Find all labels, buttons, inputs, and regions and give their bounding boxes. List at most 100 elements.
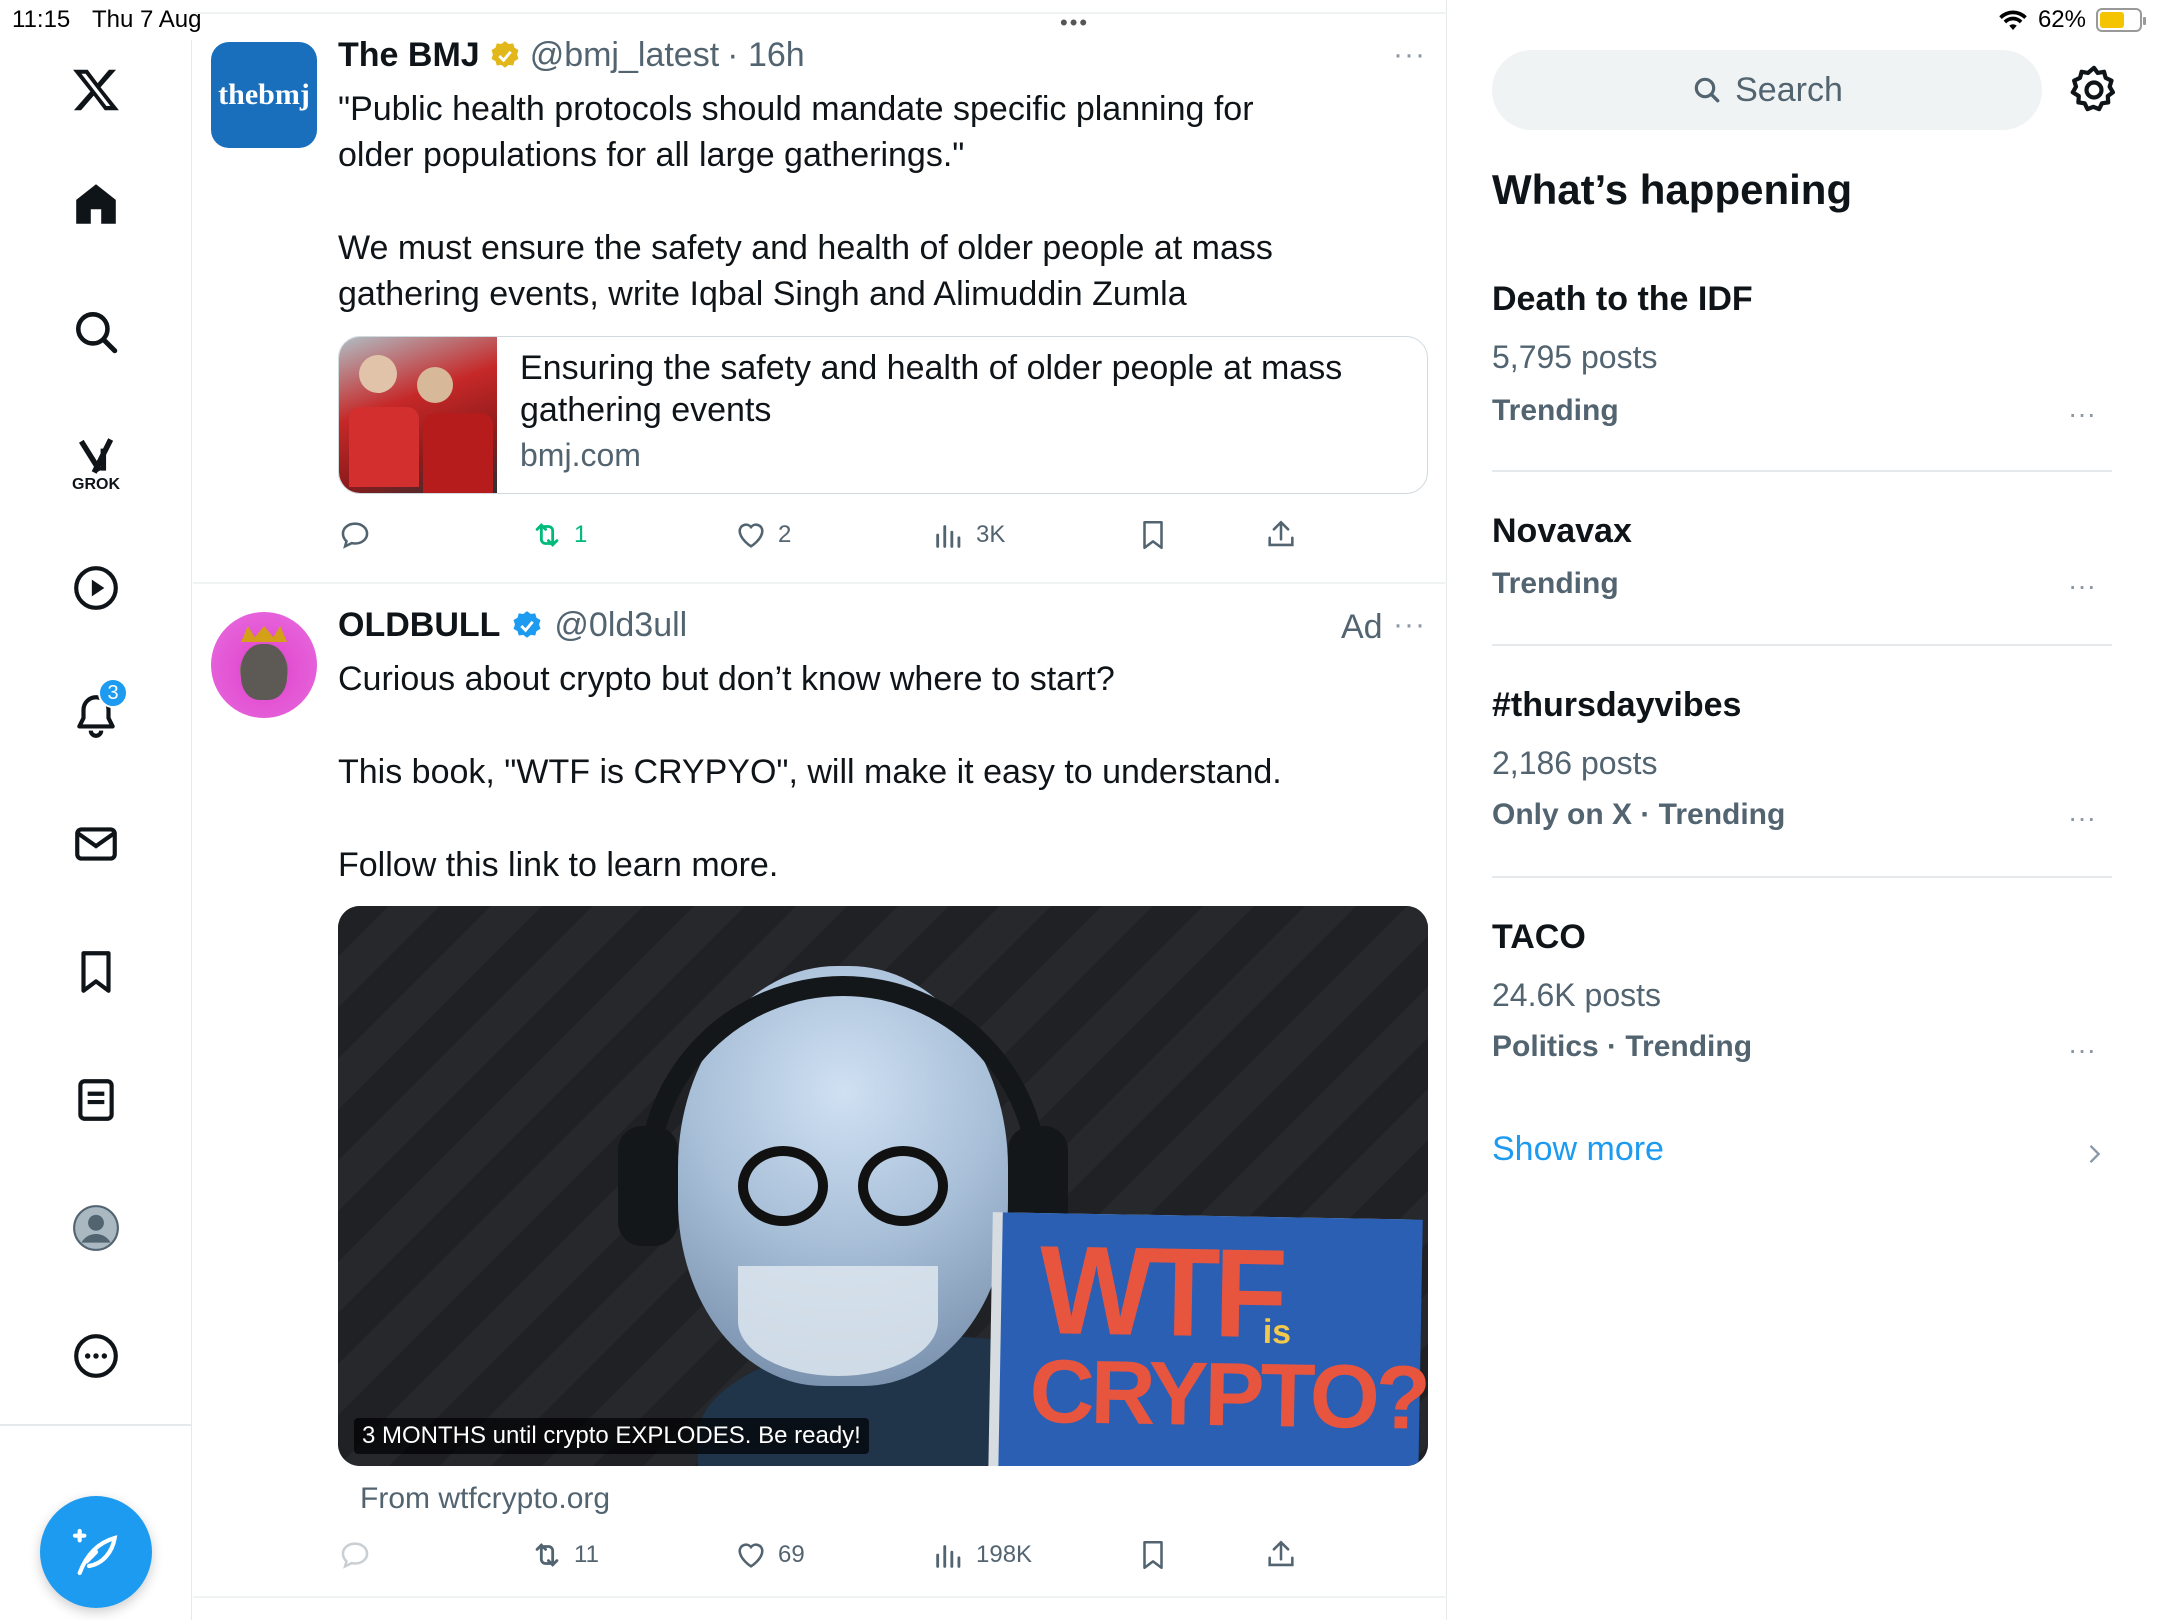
compose-feather-icon xyxy=(72,1528,118,1576)
trend-item[interactable]: #thursdayvibes 2,186 posts Only on X · T… xyxy=(1492,686,2112,846)
messages-envelope-icon[interactable] xyxy=(56,804,136,884)
author-handle[interactable]: @bmj_latest xyxy=(530,36,719,75)
heart-icon xyxy=(738,1543,764,1568)
left-navigation: GROK 3 xyxy=(0,40,192,1620)
grok-label: GROK xyxy=(72,476,120,493)
trend-meta: Politics · Trending xyxy=(1492,1030,1753,1063)
right-sidebar: Search What’s happening Death to the IDF… xyxy=(1448,0,2160,1620)
share-icon xyxy=(1268,1540,1294,1567)
search-placeholder: Search xyxy=(1735,70,1843,109)
post-more-icon[interactable]: ··· xyxy=(1393,38,1426,72)
views-button[interactable]: 198K xyxy=(932,1530,1032,1580)
ad-label: Ad xyxy=(1341,608,1383,646)
author-name[interactable]: The BMJ xyxy=(338,36,480,75)
trend-title: Novavax xyxy=(1492,512,1632,550)
book-title-line2: CRYPTO? xyxy=(1028,1341,1428,1449)
post-header: The BMJ @bmj_latest · 16h xyxy=(338,36,805,75)
trend-divider xyxy=(1492,876,2112,878)
reply-button[interactable] xyxy=(338,510,372,560)
bookmark-icon xyxy=(1143,1540,1163,1570)
link-card-domain: bmj.com xyxy=(520,437,641,473)
repost-count: 1 xyxy=(574,521,588,548)
author-name[interactable]: OLDBULL xyxy=(338,606,500,645)
like-button[interactable]: 2 xyxy=(734,510,791,560)
trend-title: Death to the IDF xyxy=(1492,280,1753,318)
trend-divider xyxy=(1492,644,2112,646)
share-icon xyxy=(1268,520,1294,547)
post-header: OLDBULL @0ld3ull xyxy=(338,606,687,645)
trend-title: #thursdayvibes xyxy=(1492,686,1742,724)
author-handle[interactable]: @0ld3ull xyxy=(554,606,687,645)
reply-icon xyxy=(341,522,369,549)
post-oldbull-ad[interactable]: OLDBULL @0ld3ull Ad ··· Curious about cr… xyxy=(193,584,1447,1596)
bmj-avatar[interactable]: thebmj xyxy=(211,42,317,148)
search-input[interactable]: Search xyxy=(1492,50,2042,130)
gold-verified-badge-icon xyxy=(491,40,519,68)
post-text-quote: "Public health protocols should mandate … xyxy=(338,90,1254,174)
more-options-icon[interactable] xyxy=(56,1316,136,1396)
x-logo-icon[interactable] xyxy=(56,50,136,130)
repost-count: 11 xyxy=(574,1541,599,1568)
post-actions: 11 69 198K xyxy=(338,1530,1358,1580)
trend-post-count: 5,795 posts xyxy=(1492,339,1658,375)
nav-divider xyxy=(0,1424,192,1426)
post-divider xyxy=(193,1596,1447,1598)
notifications-badge: 3 xyxy=(98,678,128,708)
trend-more-icon[interactable]: ··· xyxy=(2068,1034,2096,1066)
show-more-label: Show more xyxy=(1492,1130,1664,1168)
like-count: 2 xyxy=(778,521,792,548)
lists-icon[interactable] xyxy=(56,1060,136,1140)
bmj-avatar-logo: thebmj xyxy=(218,78,310,111)
ad-source[interactable]: From wtfcrypto.org xyxy=(360,1482,610,1516)
bookmark-button[interactable] xyxy=(1136,510,1170,560)
video-play-icon[interactable] xyxy=(56,548,136,628)
heart-icon xyxy=(738,523,764,548)
search-icon xyxy=(1694,77,1720,103)
ad-video-player[interactable]: WTF is CRYPTO? 3 MONTHS until crypto EXP… xyxy=(338,906,1428,1466)
home-icon[interactable] xyxy=(56,164,136,244)
oldbull-avatar[interactable] xyxy=(211,612,317,718)
post-more-icon[interactable]: ··· xyxy=(1393,608,1426,642)
link-card[interactable]: Ensuring the safety and health of older … xyxy=(338,336,1428,494)
like-button[interactable]: 69 xyxy=(734,1530,805,1580)
views-count: 3K xyxy=(976,521,1006,548)
post-bmj[interactable]: thebmj The BMJ @bmj_latest · 16h ··· "Pu… xyxy=(193,0,1447,584)
repost-button[interactable]: 1 xyxy=(530,510,587,560)
profile-avatar-icon[interactable] xyxy=(56,1188,136,1268)
trend-item[interactable]: Novavax Trending ··· xyxy=(1492,512,2112,612)
share-button[interactable] xyxy=(1264,510,1298,560)
post-text-line3: Follow this link to learn more. xyxy=(338,846,779,884)
trend-more-icon[interactable]: ··· xyxy=(2068,398,2096,430)
blue-verified-badge-icon xyxy=(513,610,541,638)
post-text-line2: This book, "WTF is CRYPYO", will make it… xyxy=(338,753,1282,791)
trend-item[interactable]: TACO 24.6K posts Politics · Trending ··· xyxy=(1492,918,2112,1078)
settings-gear-icon[interactable] xyxy=(2066,62,2122,118)
views-chart-icon xyxy=(936,1545,961,1568)
link-card-thumbnail xyxy=(339,337,497,493)
views-chart-icon xyxy=(936,525,961,548)
bookmark-button[interactable] xyxy=(1136,1530,1170,1580)
bookmarks-icon[interactable] xyxy=(56,932,136,1012)
reply-button[interactable] xyxy=(338,1530,372,1580)
views-button[interactable]: 3K xyxy=(932,510,1005,560)
notifications-bell-icon[interactable]: 3 xyxy=(56,676,136,756)
show-more-link[interactable]: Show more xyxy=(1492,1130,2112,1180)
explore-search-icon[interactable] xyxy=(56,292,136,372)
trend-item[interactable]: Death to the IDF 5,795 posts Trending ··… xyxy=(1492,280,2112,440)
views-count: 198K xyxy=(976,1541,1033,1568)
reply-icon xyxy=(341,1542,369,1569)
post-time[interactable]: · 16h xyxy=(727,36,805,75)
repost-icon xyxy=(535,523,559,547)
grok-icon[interactable]: GROK xyxy=(56,424,136,504)
bookmark-icon xyxy=(1143,520,1163,550)
repost-button[interactable]: 11 xyxy=(530,1530,599,1580)
trend-more-icon[interactable]: ··· xyxy=(2068,802,2096,834)
trend-post-count: 2,186 posts xyxy=(1492,745,1658,781)
post-text-body: We must ensure the safety and health of … xyxy=(338,229,1273,313)
compose-post-button[interactable] xyxy=(40,1496,152,1608)
share-button[interactable] xyxy=(1264,1530,1298,1580)
status-date: Thu 7 Aug xyxy=(92,6,202,33)
trend-more-icon[interactable]: ··· xyxy=(2068,570,2096,602)
post-actions: 1 2 3K xyxy=(338,510,1358,560)
whats-happening-heading: What’s happening xyxy=(1492,166,1853,213)
